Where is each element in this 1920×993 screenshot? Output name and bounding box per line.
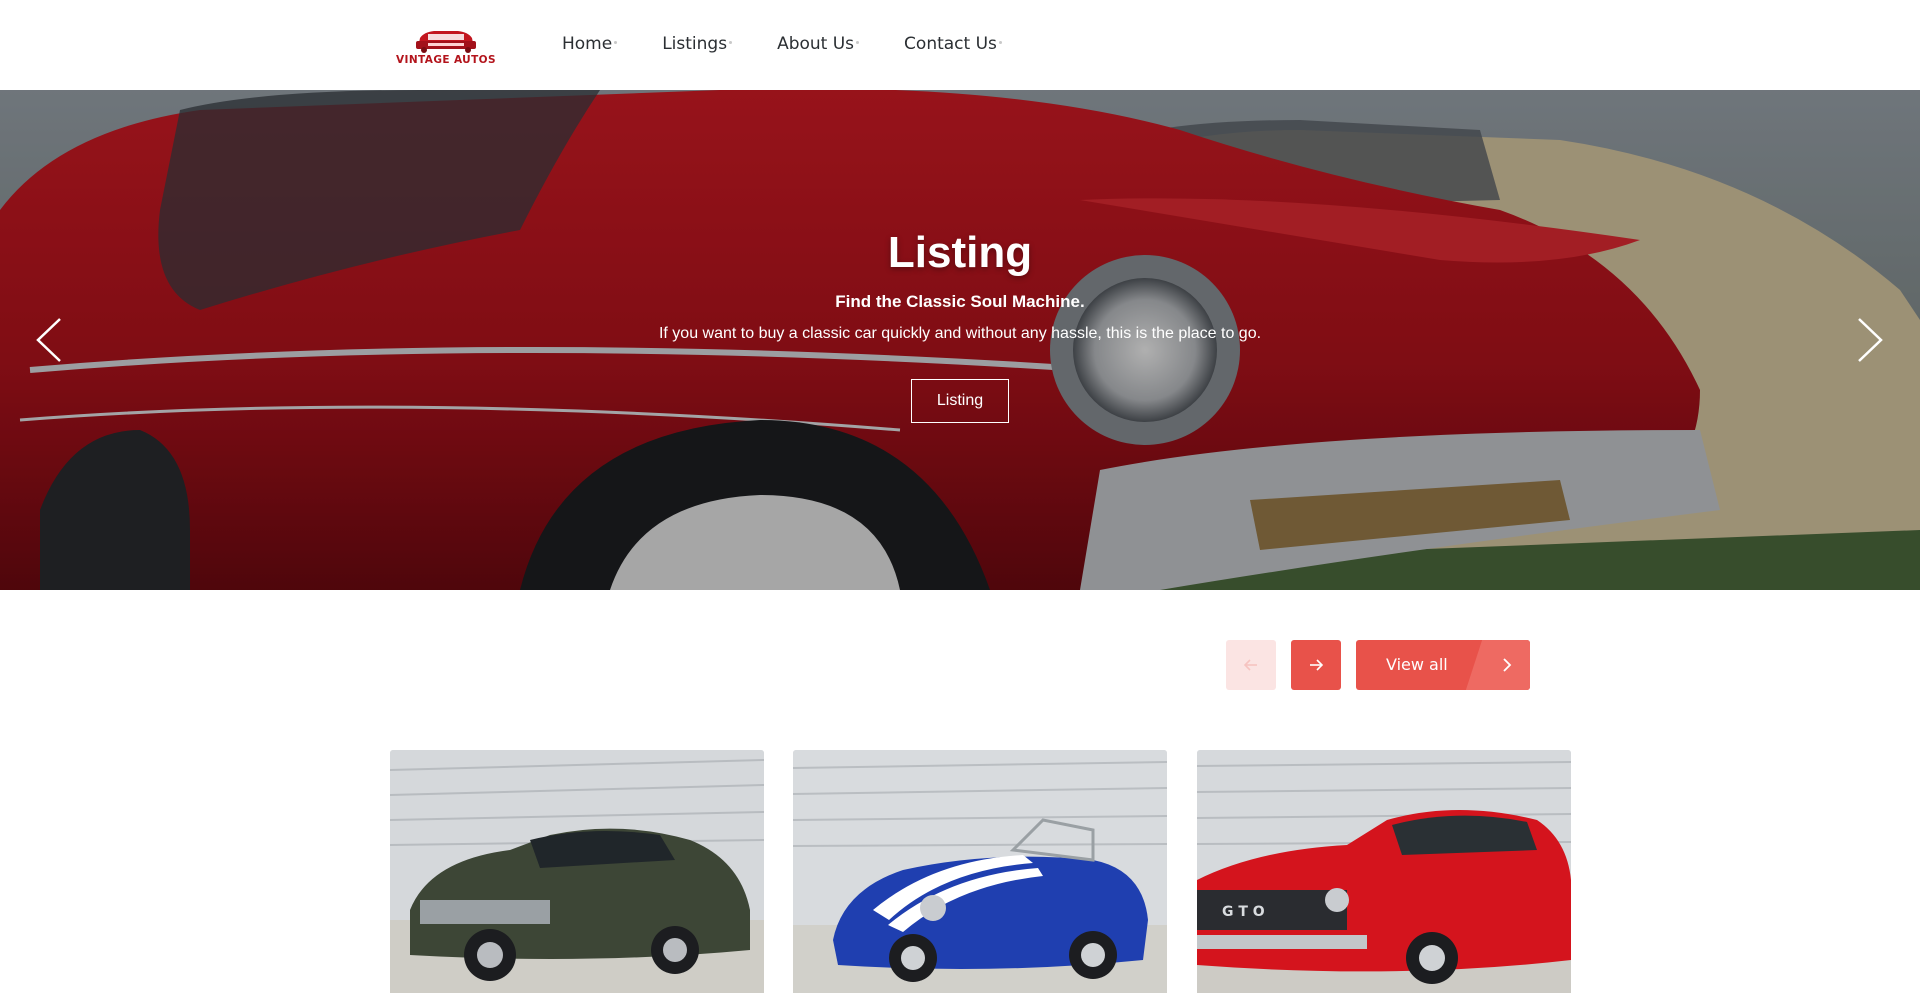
hero-next-button[interactable] xyxy=(1855,315,1885,365)
listing-prev-button[interactable] xyxy=(1226,640,1276,690)
logo-text: VINTAGE AUTOS xyxy=(396,54,496,66)
nav-home[interactable]: Home xyxy=(562,34,618,54)
hero-listing-button[interactable]: Listing xyxy=(911,379,1009,423)
arrow-left-icon xyxy=(1243,659,1257,671)
site-logo[interactable]: VINTAGE AUTOS xyxy=(394,26,498,68)
nav-contact-us[interactable]: Contact Us xyxy=(904,34,1002,54)
listing-card-1[interactable] xyxy=(390,750,764,993)
dark-green-muscle-car-photo xyxy=(390,750,764,993)
hero-description: If you want to buy a classic car quickly… xyxy=(658,325,1262,342)
site-header: VINTAGE AUTOS Home Listings About Us Con… xyxy=(0,0,1920,90)
main-nav: Home Listings About Us Contact Us xyxy=(562,34,1047,54)
nav-about-us[interactable]: About Us xyxy=(777,34,860,54)
view-all-label: View all xyxy=(1386,655,1448,674)
hero-subtitle: Find the Classic Soul Machine. xyxy=(835,292,1085,311)
red-gto-coupe-photo: G T O xyxy=(1197,750,1571,993)
gto-badge: G T O xyxy=(1222,904,1265,920)
listing-card-2[interactable] xyxy=(793,750,1167,993)
nav-dot xyxy=(856,41,860,44)
nav-dot xyxy=(729,41,733,44)
nav-about-us-label: About Us xyxy=(777,34,855,54)
nav-home-label: Home xyxy=(562,34,613,54)
nav-listings-label: Listings xyxy=(662,34,728,54)
chevron-right-icon xyxy=(1503,658,1512,672)
listing-card-3[interactable]: G T O xyxy=(1197,750,1571,993)
nav-listings[interactable]: Listings xyxy=(662,34,733,54)
classic-car-logo-icon xyxy=(416,31,476,53)
chevron-left-icon xyxy=(36,318,61,362)
blue-roadster-white-stripes-photo xyxy=(793,750,1167,993)
nav-contact-us-label: Contact Us xyxy=(904,34,997,54)
nav-dot xyxy=(998,41,1002,44)
arrow-right-icon xyxy=(1310,659,1324,671)
view-all-button[interactable]: View all xyxy=(1356,640,1530,690)
nav-dot xyxy=(614,41,618,44)
view-all-accent xyxy=(1465,640,1530,690)
hero-prev-button[interactable] xyxy=(34,315,64,365)
hero-slider: Listing Find the Classic Soul Machine. I… xyxy=(0,90,1920,590)
hero-title: Listing xyxy=(887,228,1033,277)
chevron-right-icon xyxy=(1858,318,1883,362)
listing-next-button[interactable] xyxy=(1291,640,1341,690)
